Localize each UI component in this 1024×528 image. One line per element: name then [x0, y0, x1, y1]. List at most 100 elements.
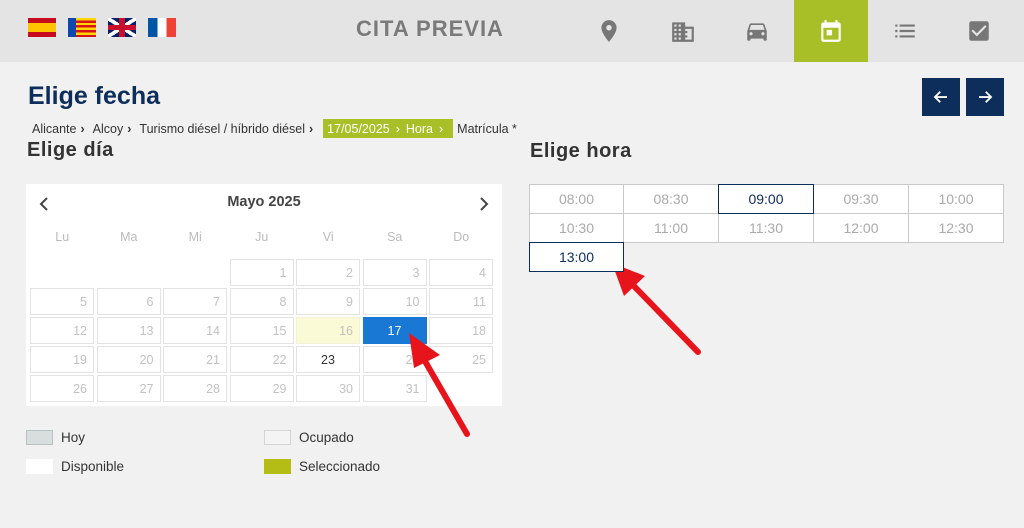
legend-selected-label: Seleccionado	[299, 459, 381, 474]
calendar-month-label: Mayo 2025	[227, 194, 301, 210]
previous-step-button[interactable]	[922, 78, 960, 116]
calendar-day: 5	[30, 288, 94, 315]
calendar-day: 18	[429, 317, 493, 344]
next-month-button[interactable]	[472, 192, 496, 216]
step-location[interactable]	[572, 0, 646, 62]
next-step-button[interactable]	[966, 78, 1004, 116]
arrow-left-icon	[933, 91, 947, 103]
calendar-day-today: 16	[296, 317, 360, 344]
building-icon	[672, 22, 694, 42]
step-summary[interactable]	[868, 0, 942, 62]
legend-swatch-selected	[264, 459, 291, 474]
legend-selected: Seleccionado	[264, 459, 380, 474]
flag-valencia-icon[interactable]	[68, 18, 96, 37]
calendar-day: 28	[163, 375, 227, 402]
time-slot-available[interactable]: 09:00	[718, 184, 814, 214]
breadcrumb-date: 17/05/2025	[327, 121, 390, 136]
choose-day-title: Elige día	[27, 139, 114, 161]
calendar-day: 26	[30, 375, 94, 402]
breadcrumb: Alicante › Alcoy › Turismo diésel / híbrid…	[30, 119, 517, 138]
calendar-empty-cell	[96, 259, 161, 286]
calendar-empty-cell	[163, 259, 227, 286]
calendar-day: 29	[229, 375, 294, 402]
flag-es-icon[interactable]	[28, 18, 56, 37]
calendar-day: 9	[296, 288, 360, 315]
page-title: Elige fecha	[28, 82, 160, 110]
chevron-right-icon: ›	[395, 121, 400, 136]
legend-swatch-available	[26, 459, 53, 474]
list-icon	[895, 24, 915, 38]
top-bar: CITA PREVIA	[0, 0, 1024, 62]
time-slot-available[interactable]: 13:00	[529, 242, 624, 272]
step-vehicle[interactable]	[720, 0, 794, 62]
calendar-day: 30	[296, 375, 360, 402]
calendar-day: 25	[429, 346, 493, 373]
time-slot-busy: 11:30	[718, 213, 814, 243]
weekday-label: Ma	[120, 230, 138, 244]
time-slot-busy: 11:00	[623, 213, 719, 243]
calendar-day: 1	[229, 259, 294, 286]
weekday-label: Do	[453, 230, 470, 244]
time-slot-busy: 08:00	[529, 184, 624, 214]
calendar-header: Mayo 2025	[26, 192, 502, 216]
arrow-right-icon	[979, 91, 993, 103]
chevron-right-icon: ›	[309, 121, 314, 136]
calendar-day: 21	[163, 346, 227, 373]
calendar-day: 22	[229, 346, 294, 373]
legend-available-label: Disponible	[61, 459, 125, 474]
choose-hour-title: Elige hora	[530, 140, 632, 162]
calendar: Mayo 2025 Lu Ma Mi Ju Vi Sa Do 1 2 3 4 5 6 7 8 9 10 11 12…	[26, 184, 502, 406]
annotation-arrow-hour	[612, 263, 701, 355]
breadcrumb-plate: Matrícula *	[457, 121, 517, 136]
time-slot-busy: 10:30	[529, 213, 624, 243]
calendar-day: 27	[96, 375, 161, 402]
time-slot-busy: 08:30	[623, 184, 719, 214]
time-slot-grid: 08:00 08:30 09:00 09:30 10:00 10:30 11:00 11:30…	[529, 184, 1004, 272]
chevron-right-icon: ›	[439, 121, 444, 136]
calendar-day-selected[interactable]: 17	[362, 317, 427, 344]
calendar-day: 12	[30, 317, 94, 344]
step-nav-buttons	[922, 78, 1004, 116]
flag-uk-icon[interactable]	[108, 18, 136, 37]
language-selector	[28, 18, 176, 37]
car-icon	[747, 23, 767, 41]
calendar-day-available[interactable]: 23	[296, 346, 360, 373]
calendar-day: 24	[362, 346, 427, 373]
breadcrumb-vehicle[interactable]: Turismo diésel / híbrido diésel	[137, 122, 309, 136]
legend-available: Disponible	[26, 459, 124, 474]
calendar-day: 14	[163, 317, 227, 344]
step-date[interactable]	[794, 0, 868, 62]
legend-busy-label: Ocupado	[299, 430, 354, 445]
calendar-day: 4	[429, 259, 493, 286]
chevron-right-icon	[480, 197, 489, 211]
calendar-day: 2	[296, 259, 360, 286]
weekday-label: Ju	[255, 230, 269, 244]
calendar-day: 10	[362, 288, 427, 315]
calendar-day: 31	[362, 375, 427, 402]
legend-busy: Ocupado	[264, 430, 354, 445]
location-pin-icon	[601, 20, 617, 42]
app-title: CITA PREVIA	[356, 16, 504, 41]
calendar-day: 7	[163, 288, 227, 315]
weekday-label: Vi	[322, 230, 334, 244]
weekday-label: Mi	[188, 230, 202, 244]
calendar-weekdays: Lu Ma Mi Ju Vi Sa Do	[29, 230, 495, 244]
calendar-day: 11	[429, 288, 493, 315]
legend-today-label: Hoy	[61, 430, 86, 445]
breadcrumb-current: 17/05/2025 › Hora ›	[323, 119, 454, 138]
calendar-empty-cell	[30, 259, 94, 286]
calendar-day: 19	[30, 346, 94, 373]
time-slot-busy: 10:00	[908, 184, 1004, 214]
calendar-day: 6	[96, 288, 161, 315]
time-slot-busy: 12:30	[908, 213, 1004, 243]
flag-fr-icon[interactable]	[148, 18, 176, 37]
breadcrumb-province[interactable]: Alicante	[30, 122, 80, 136]
step-confirm[interactable]	[942, 0, 1016, 62]
step-station[interactable]	[646, 0, 720, 62]
calendar-day: 3	[362, 259, 427, 286]
breadcrumb-hour: Hora	[405, 121, 433, 136]
legend-today: Hoy	[26, 430, 85, 445]
calendar-day: 8	[229, 288, 294, 315]
breadcrumb-station[interactable]: Alcoy	[91, 122, 128, 136]
chevron-right-icon: ›	[127, 121, 132, 136]
